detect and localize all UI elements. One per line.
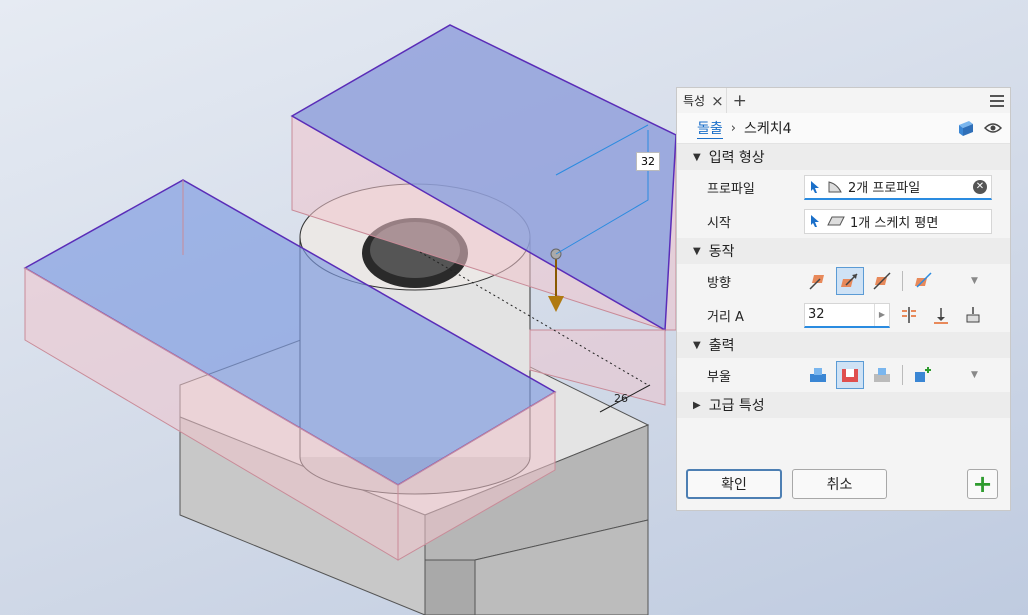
panel-tabbar: 특성 × + — [677, 88, 1010, 113]
section-behavior[interactable]: ▼ 동작 — [677, 238, 1010, 264]
start-label: 시작 — [707, 215, 731, 231]
hamburger-menu-icon[interactable] — [990, 92, 1004, 110]
distance-to-next-button[interactable] — [959, 301, 987, 329]
direction-asymmetric-button[interactable] — [909, 267, 937, 295]
direction-flipped-icon — [841, 273, 858, 287]
boolean-new-solid-button[interactable] — [909, 361, 937, 389]
start-value: 1개 스케치 평면 — [850, 215, 939, 231]
tab-label: 특성 — [683, 94, 706, 108]
dropdown-arrow-icon[interactable]: ▼ — [971, 370, 978, 380]
breadcrumb-sketch: 스케치4 — [743, 121, 792, 137]
dimension-width-label: 26 — [614, 392, 628, 405]
expand-arrow-icon[interactable]: ▶ — [874, 303, 889, 326]
apply-add-button[interactable]: + — [967, 469, 998, 499]
section-title: 동작 — [708, 244, 735, 260]
sketch-plane-icon — [827, 216, 845, 226]
distance-through-all-button[interactable] — [895, 301, 923, 329]
chevron-right-icon: › — [730, 120, 736, 136]
direction-flipped-button[interactable] — [836, 267, 864, 295]
distance-to-button[interactable] — [927, 301, 955, 329]
solid-body-icon[interactable] — [957, 119, 975, 137]
profile-row: 프로파일 2개 프로파일 ✕ — [677, 170, 1010, 204]
direction-asymmetric-icon — [915, 272, 932, 288]
profile-value: 2개 프로파일 — [848, 181, 921, 196]
direction-default-button[interactable] — [804, 267, 832, 295]
breadcrumb-feature-link[interactable]: 돌출 — [697, 118, 723, 139]
direction-default-icon — [809, 275, 824, 290]
add-tab-icon[interactable]: + — [733, 91, 747, 111]
eye-icon[interactable] — [984, 122, 1002, 134]
direction-row: 방향 ▼ — [677, 264, 1010, 298]
toolbar-divider — [902, 271, 903, 291]
direction-symmetric-icon — [873, 272, 891, 290]
start-selector[interactable]: 1개 스케치 평면 — [804, 208, 992, 234]
section-advanced[interactable]: ▶ 고급 특성 — [677, 392, 1010, 418]
boolean-join-button[interactable] — [804, 361, 832, 389]
panel-footer: 확인 취소 + — [677, 464, 1010, 510]
to-face-icon — [934, 308, 948, 324]
section-input-geometry[interactable]: ▼ 입력 형상 — [677, 144, 1010, 170]
properties-panel: 특성 × + 돌출 › 스케치4 ▼ 입력 형상 프로파일 2개 프로파일 ✕ … — [676, 87, 1011, 511]
breadcrumb: 돌출 › 스케치4 — [677, 113, 1010, 144]
cursor-arrow-icon — [811, 180, 819, 193]
intersect-icon — [874, 368, 890, 382]
direction-label: 방향 — [707, 275, 731, 291]
distance-value: 32 — [808, 307, 825, 322]
distance-row: 거리 A 32 ▶ — [677, 298, 1010, 332]
boolean-intersect-button[interactable] — [868, 361, 896, 389]
section-title: 출력 — [708, 338, 735, 354]
cut-icon — [842, 369, 858, 382]
section-output[interactable]: ▼ 출력 — [677, 332, 1010, 358]
caret-down-icon: ▼ — [693, 151, 701, 163]
clear-icon[interactable]: ✕ — [973, 179, 987, 194]
dropdown-arrow-icon[interactable]: ▼ — [971, 276, 978, 286]
boolean-label: 부울 — [707, 369, 731, 385]
section-title: 입력 형상 — [708, 150, 765, 166]
caret-down-icon: ▼ — [693, 245, 701, 257]
cancel-button[interactable]: 취소 — [792, 469, 887, 499]
caret-right-icon: ▶ — [693, 399, 701, 411]
new-solid-icon — [915, 367, 931, 382]
cursor-arrow-icon — [811, 215, 819, 227]
caret-down-icon: ▼ — [693, 339, 701, 351]
boolean-row: 부울 ▼ — [677, 358, 1010, 392]
join-icon — [810, 368, 826, 382]
boolean-cut-button[interactable] — [836, 361, 864, 389]
distance-input[interactable]: 32 ▶ — [804, 302, 890, 328]
tab-properties[interactable]: 특성 × — [681, 88, 727, 113]
direction-symmetric-button[interactable] — [868, 267, 896, 295]
profile-selector[interactable]: 2개 프로파일 ✕ — [804, 174, 992, 200]
toolbar-divider — [902, 365, 903, 385]
through-all-icon — [902, 307, 916, 323]
to-next-icon — [966, 307, 980, 323]
section-title: 고급 특성 — [708, 398, 765, 414]
close-icon[interactable]: × — [711, 92, 724, 110]
distance-label: 거리 A — [707, 309, 744, 325]
dimension-distance-label[interactable]: 32 — [636, 152, 660, 171]
profile-label: 프로파일 — [707, 181, 755, 197]
start-row: 시작 1개 스케치 평면 — [677, 204, 1010, 238]
ok-button[interactable]: 확인 — [686, 469, 782, 499]
profile-shape-icon — [828, 180, 842, 192]
